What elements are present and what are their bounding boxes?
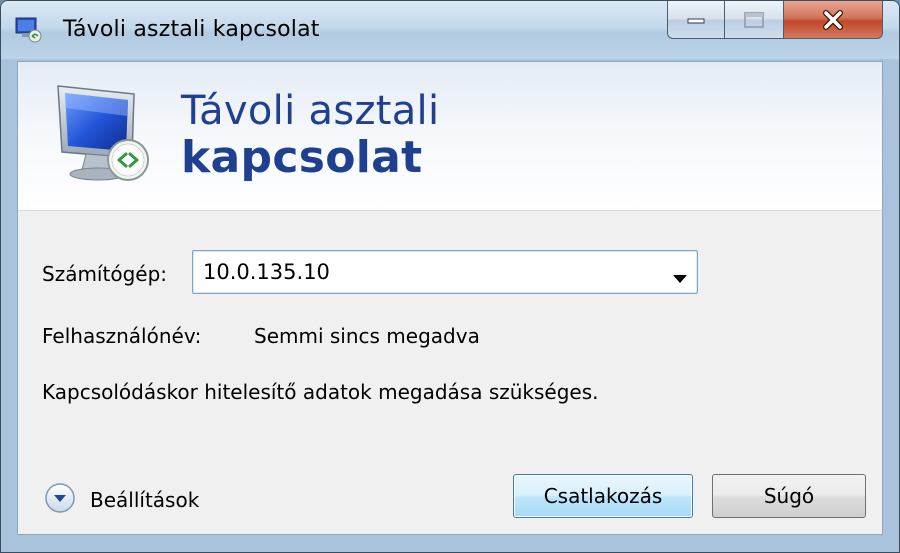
rdp-window: Távoli asztali kapcsolat Távoli asztali … (0, 0, 900, 553)
close-button[interactable] (783, 1, 883, 39)
maximize-button[interactable] (724, 1, 784, 39)
title-bar[interactable]: Távoli asztali kapcsolat (1, 1, 899, 59)
username-label: Felhasználónév: (42, 324, 202, 348)
computer-label-text: Számítógép: (42, 262, 167, 286)
show-options-toggle[interactable]: Beállítások (44, 482, 199, 518)
maximize-icon (744, 11, 764, 28)
chevron-down-icon[interactable] (673, 268, 687, 287)
expand-down-icon[interactable] (44, 482, 76, 518)
remote-desktop-app-icon (15, 17, 43, 43)
minimize-icon (687, 18, 705, 23)
username-value: Semmi sincs megadva (254, 324, 480, 348)
banner-title-line1: Távoli asztali (181, 88, 440, 134)
header-banner: Távoli asztali kapcsolat (18, 62, 882, 211)
computer-combobox[interactable]: 10.0.135.10 (192, 250, 698, 294)
window-title: Távoli asztali kapcsolat (63, 17, 320, 42)
remote-desktop-monitor-icon (48, 80, 158, 190)
banner-title-line2: kapcsolat (181, 132, 423, 183)
credentials-note: Kapcsolódáskor hitelesítő adatok megadás… (42, 380, 599, 404)
close-icon (823, 9, 843, 30)
connect-button[interactable]: Csatlakozás (513, 474, 693, 518)
dialog-body: Távoli asztali kapcsolat Számítógép: 10.… (17, 61, 883, 535)
computer-label: Számítógép: (42, 262, 167, 286)
help-button[interactable]: Súgó (712, 474, 866, 518)
computer-input[interactable]: 10.0.135.10 (203, 260, 330, 284)
minimize-button[interactable] (667, 1, 725, 39)
options-label[interactable]: Beállítások (90, 488, 199, 512)
